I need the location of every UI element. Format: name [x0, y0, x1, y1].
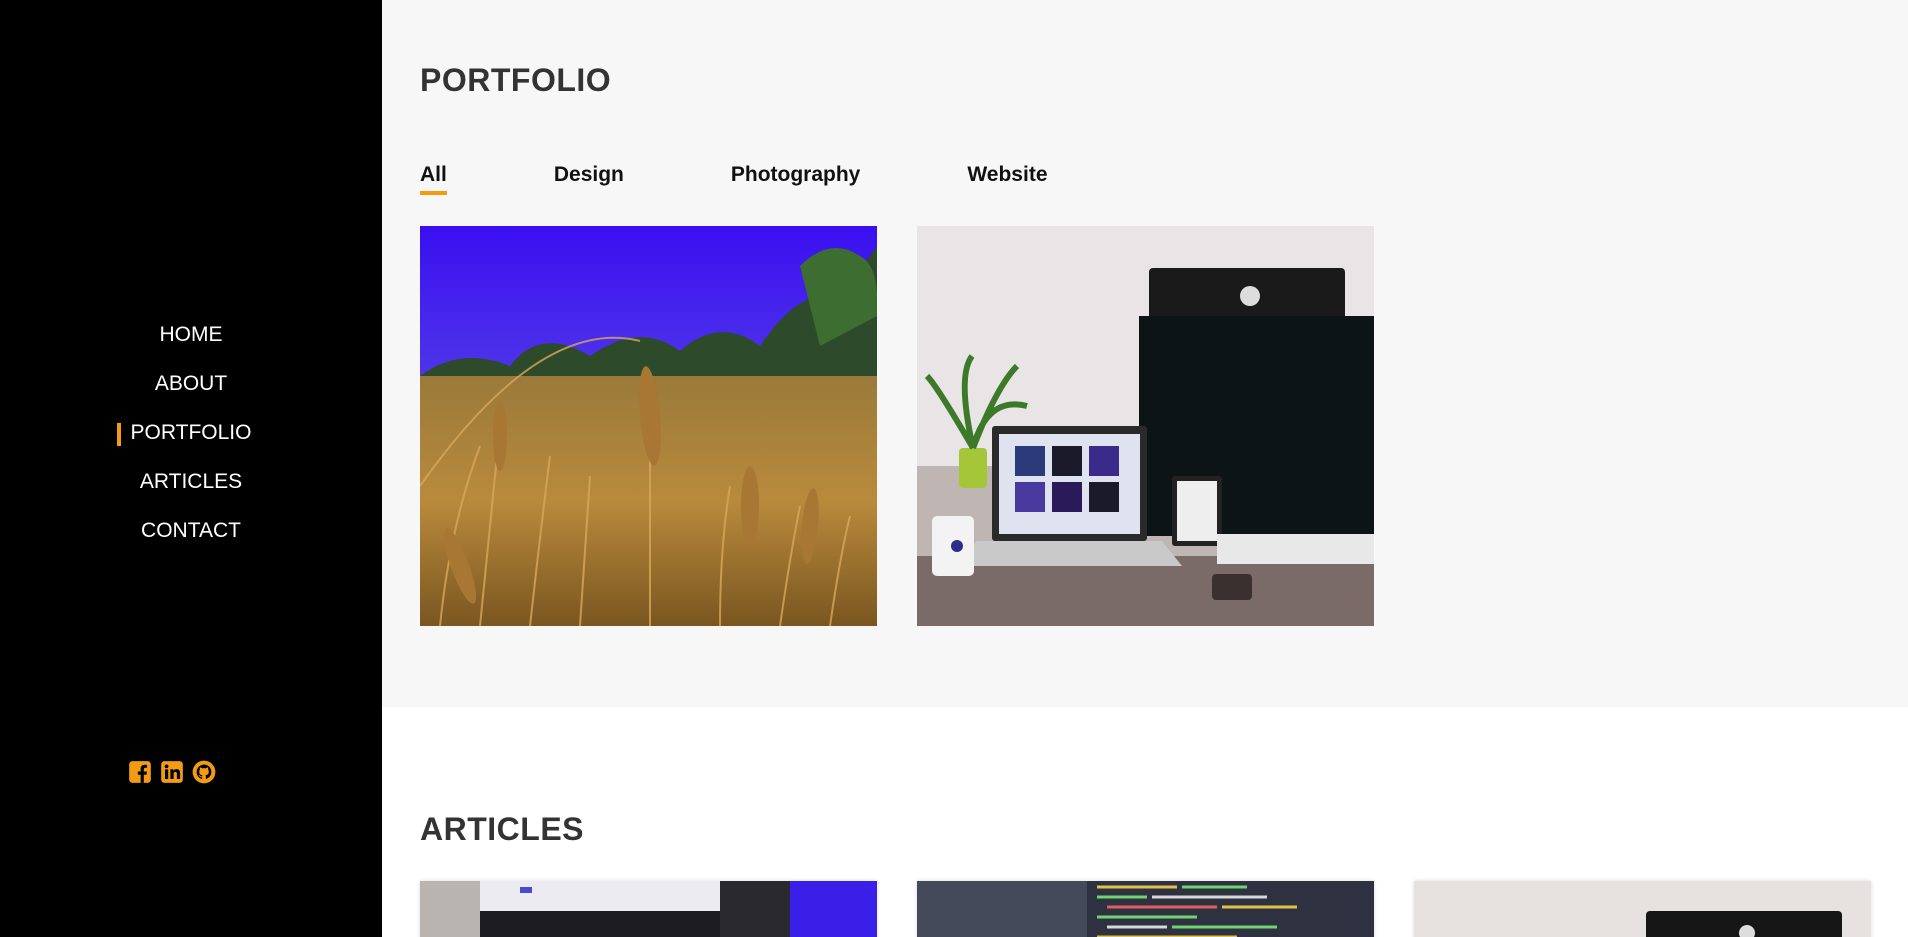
article-card-2[interactable]	[917, 881, 1374, 937]
article-card-3[interactable]	[1414, 881, 1871, 937]
portfolio-filters: All Design Photography Website	[420, 163, 1048, 195]
portfolio-item-wheat[interactable]	[420, 226, 877, 626]
article-card-1[interactable]	[420, 881, 877, 937]
nav-link-home[interactable]: HOME	[148, 323, 235, 347]
monitor-desk-image	[1414, 881, 1871, 937]
nav-item-contact: CONTACT	[0, 506, 382, 555]
main-nav: HOME ABOUT PORTFOLIO ARTICLES CONTACT	[0, 310, 382, 555]
nav-item-about: ABOUT	[0, 359, 382, 408]
social-links	[126, 758, 218, 786]
filter-website[interactable]: Website	[967, 163, 1047, 193]
nav-link-contact[interactable]: CONTACT	[129, 519, 253, 543]
articles-title: ARTICLES	[420, 811, 584, 847]
code-screen-image	[917, 881, 1374, 937]
github-icon[interactable]	[190, 758, 218, 786]
wheat-field-image	[420, 226, 877, 626]
nav-link-articles[interactable]: ARTICLES	[128, 470, 254, 494]
portfolio-section: PORTFOLIO All Design Photography Website	[382, 0, 1908, 707]
nav-link-about[interactable]: ABOUT	[143, 372, 239, 396]
laptop-screen-image	[420, 881, 877, 937]
portfolio-title: PORTFOLIO	[420, 62, 612, 98]
nav-item-portfolio: PORTFOLIO	[0, 408, 382, 457]
nav-item-home: HOME	[0, 310, 382, 359]
sidebar: HOME ABOUT PORTFOLIO ARTICLES CONTACT	[0, 0, 382, 937]
nav-link-portfolio[interactable]: PORTFOLIO	[116, 421, 264, 446]
filter-all[interactable]: All	[420, 163, 447, 195]
linkedin-icon[interactable]	[158, 758, 186, 786]
desk-setup-image	[917, 226, 1374, 626]
filter-design[interactable]: Design	[554, 163, 624, 193]
nav-item-articles: ARTICLES	[0, 457, 382, 506]
articles-section: ARTICLES	[382, 707, 1908, 937]
filter-photography[interactable]: Photography	[731, 163, 861, 193]
portfolio-item-desk[interactable]	[917, 226, 1374, 626]
facebook-icon[interactable]	[126, 758, 154, 786]
